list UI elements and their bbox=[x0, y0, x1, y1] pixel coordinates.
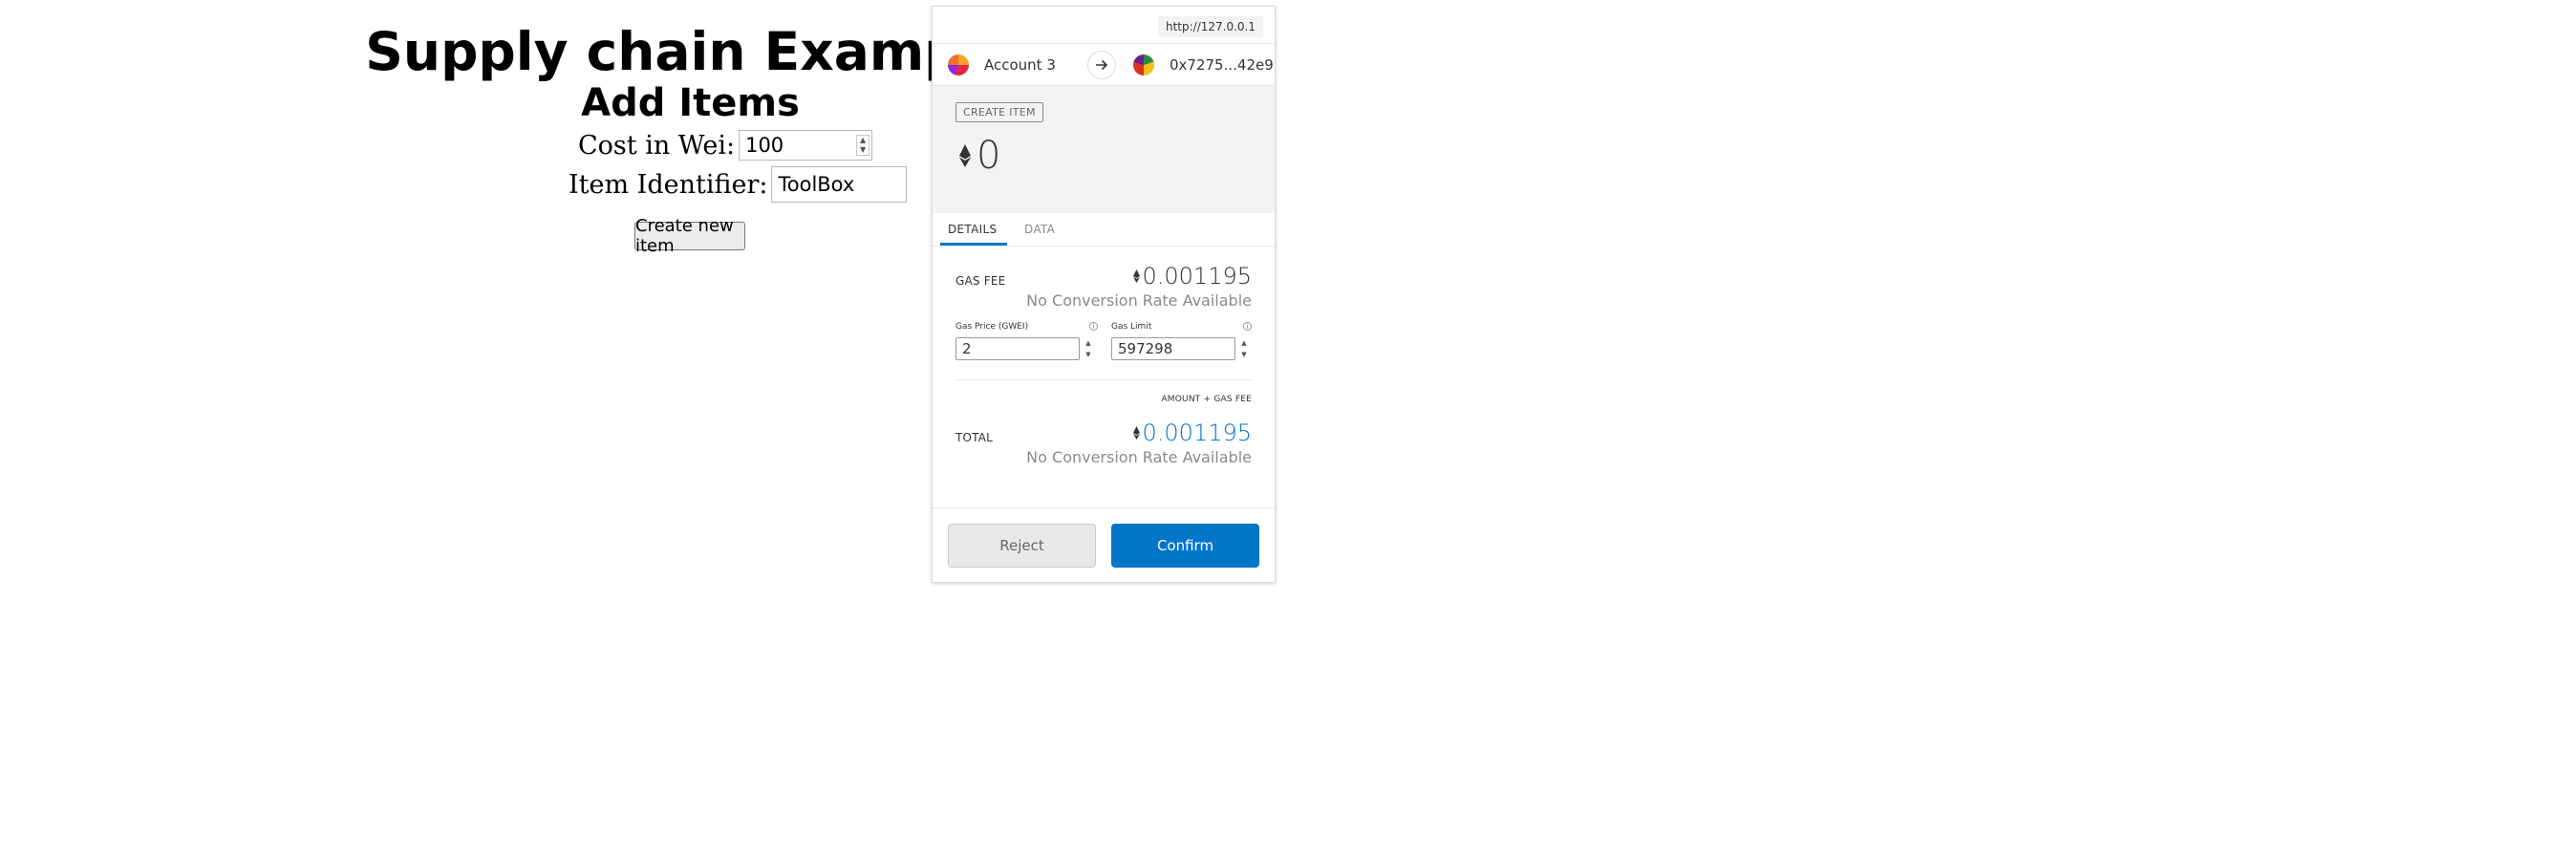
gas-limit-input[interactable]: 597298 bbox=[1111, 337, 1235, 360]
spin-up-icon[interactable]: ▲ bbox=[1241, 339, 1246, 347]
spin-up-icon[interactable]: ▲ bbox=[1085, 339, 1090, 347]
gas-limit-spinner[interactable]: ▲ ▼ bbox=[1239, 339, 1249, 358]
tab-data[interactable]: DATA bbox=[1024, 223, 1055, 236]
gas-fee-value: 0.001195 bbox=[1133, 263, 1252, 290]
confirm-button[interactable]: Confirm bbox=[1111, 524, 1259, 568]
metamask-popup: http://127.0.0.1 Account 3 0x7275...42e9… bbox=[932, 6, 1276, 583]
gas-fee-label: GAS FEE bbox=[955, 274, 1006, 288]
identifier-input[interactable]: ToolBox bbox=[771, 166, 908, 203]
cost-row: Cost in Wei: 100 ▲ ▼ bbox=[578, 130, 873, 161]
account-bar: Account 3 0x7275...42e9 bbox=[933, 43, 1275, 86]
gas-limit-value: 597298 bbox=[1118, 340, 1173, 357]
total-hint: AMOUNT + GAS FEE bbox=[1161, 395, 1252, 404]
cost-value: 100 bbox=[745, 134, 784, 157]
info-icon[interactable]: i bbox=[1243, 322, 1252, 331]
gas-price-field: Gas Price (GWEI) i 2 ▲ ▼ bbox=[955, 322, 1099, 364]
transaction-summary: CREATE ITEM 0 bbox=[933, 86, 1275, 213]
total-amount: 0.001195 bbox=[1142, 419, 1252, 446]
gas-fee-amount: 0.001195 bbox=[1142, 263, 1252, 290]
gas-price-input[interactable]: 2 bbox=[955, 337, 1080, 360]
spin-down-icon[interactable]: ▼ bbox=[1085, 351, 1090, 358]
gas-fee-row: GAS FEE 0.001195 No Conversion Rate Avai… bbox=[955, 263, 1252, 311]
cost-input[interactable]: 100 ▲ ▼ bbox=[739, 130, 873, 161]
number-spinner[interactable]: ▲ ▼ bbox=[856, 135, 870, 156]
ethereum-icon bbox=[1133, 269, 1141, 283]
method-badge: CREATE ITEM bbox=[955, 102, 1043, 122]
total-conversion: No Conversion Rate Available bbox=[1026, 448, 1252, 466]
details-divider bbox=[955, 379, 1252, 380]
spin-down-icon[interactable]: ▼ bbox=[860, 145, 866, 155]
gas-price-value: 2 bbox=[962, 340, 972, 357]
create-item-button[interactable]: Create new item bbox=[634, 216, 745, 256]
arrow-right-icon bbox=[1087, 51, 1116, 79]
cost-label: Cost in Wei: bbox=[578, 130, 736, 161]
gas-fee-conversion: No Conversion Rate Available bbox=[1026, 291, 1252, 310]
ethereum-icon bbox=[959, 144, 971, 167]
sender-account[interactable]: Account 3 bbox=[948, 54, 1056, 75]
reject-button[interactable]: Reject bbox=[948, 524, 1096, 568]
transaction-amount: 0 bbox=[959, 134, 1000, 178]
recipient-account[interactable]: 0x7275...42e9 bbox=[1133, 54, 1274, 75]
active-tab-indicator bbox=[940, 243, 1007, 246]
gas-limit-field: Gas Limit i 597298 ▲ ▼ bbox=[1111, 322, 1255, 364]
spin-down-icon[interactable]: ▼ bbox=[1241, 351, 1246, 358]
popup-header: http://127.0.0.1 bbox=[933, 7, 1275, 43]
identifier-row: Item Identifier: ToolBox bbox=[569, 166, 908, 203]
origin-url: http://127.0.0.1 bbox=[1158, 16, 1263, 37]
identifier-label: Item Identifier: bbox=[569, 169, 768, 200]
gas-price-spinner[interactable]: ▲ ▼ bbox=[1084, 339, 1093, 358]
gas-price-label: Gas Price (GWEI) bbox=[955, 322, 1029, 332]
sender-avatar bbox=[948, 54, 969, 75]
recipient-address: 0x7275...42e9 bbox=[1170, 56, 1274, 74]
total-row: TOTAL 0.001195 No Conversion Rate Availa… bbox=[955, 419, 1252, 467]
gas-limit-label: Gas Limit bbox=[1111, 322, 1152, 332]
footer-divider bbox=[933, 507, 1275, 508]
identifier-value: ToolBox bbox=[778, 173, 855, 196]
tab-details[interactable]: DETAILS bbox=[948, 223, 997, 236]
spin-up-icon[interactable]: ▲ bbox=[860, 136, 866, 145]
detail-tabs: DETAILS DATA bbox=[933, 213, 1275, 247]
total-value: 0.001195 bbox=[1133, 419, 1252, 446]
recipient-avatar bbox=[1133, 54, 1154, 75]
total-label: TOTAL bbox=[955, 431, 994, 444]
amount-value: 0 bbox=[977, 134, 1001, 178]
sender-account-name: Account 3 bbox=[984, 56, 1056, 74]
info-icon[interactable]: i bbox=[1089, 322, 1098, 331]
ethereum-icon bbox=[1133, 426, 1141, 440]
